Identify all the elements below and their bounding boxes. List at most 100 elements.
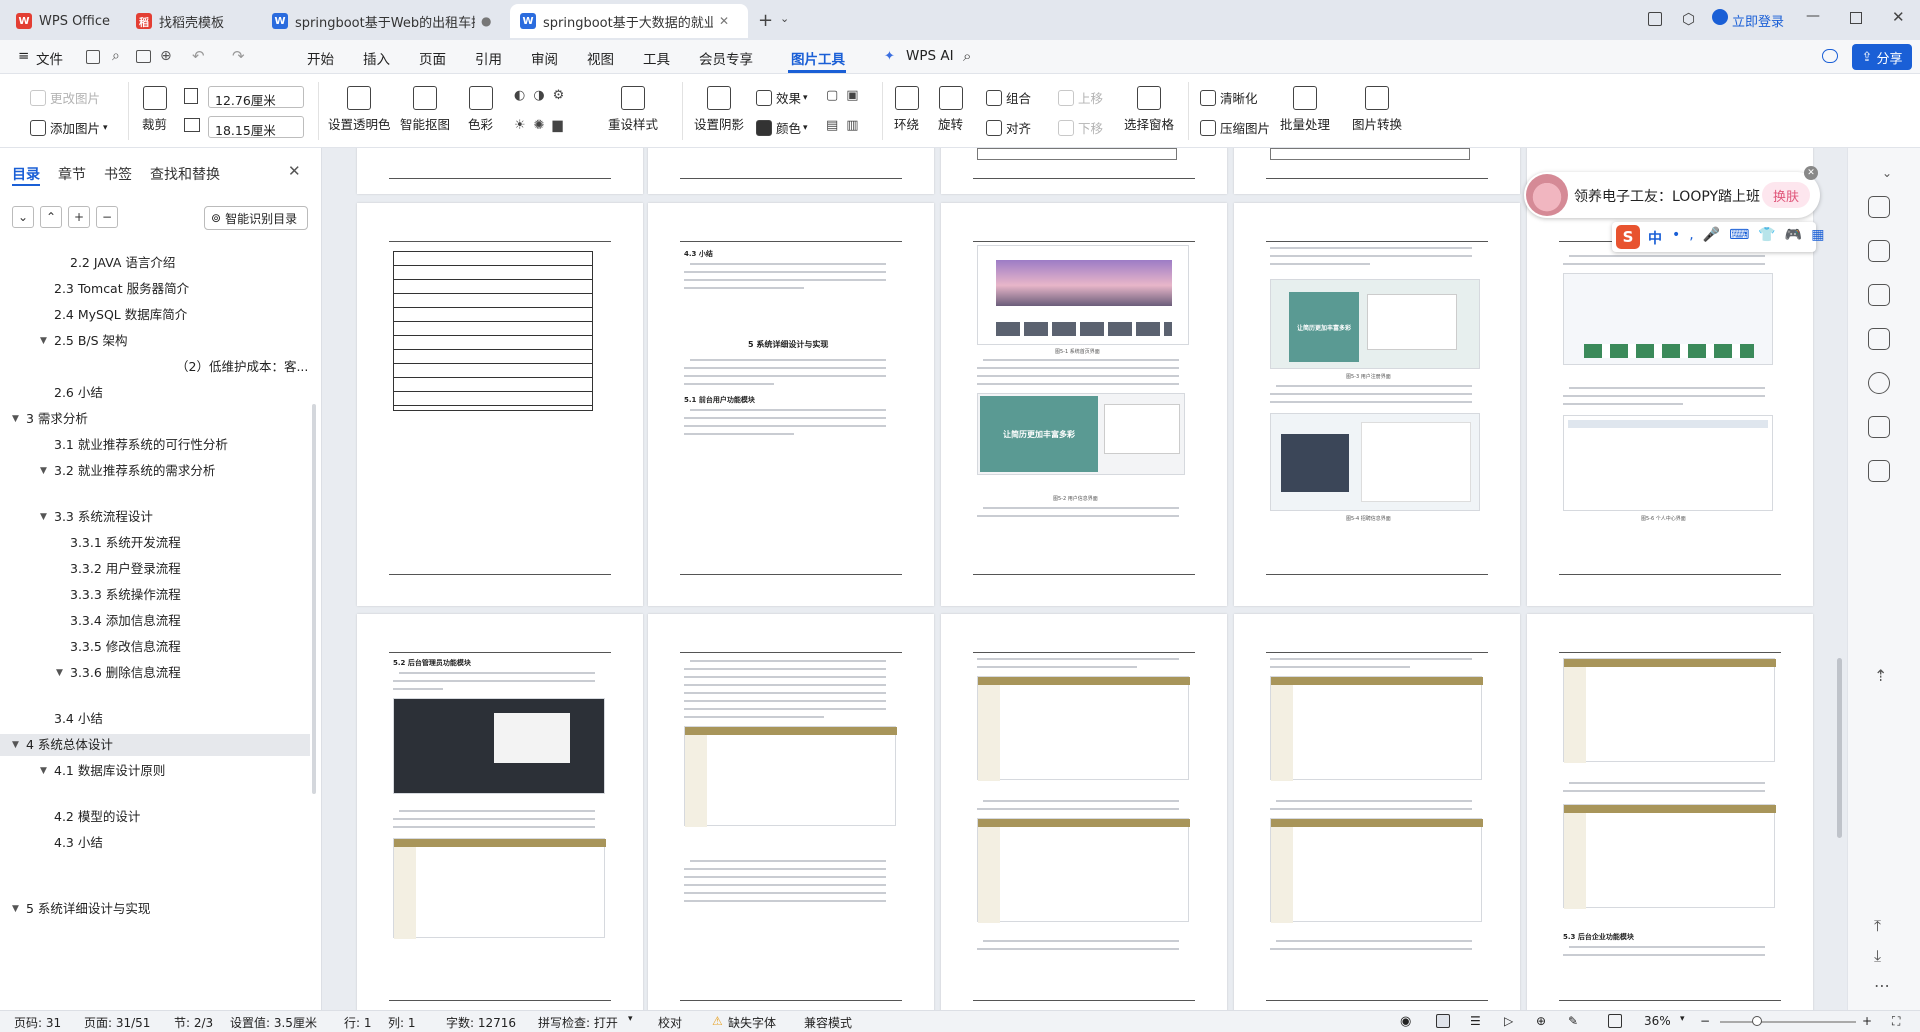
- menu-wps-ai[interactable]: WPS AI: [906, 48, 954, 64]
- status-section[interactable]: 节: 2/3: [174, 1014, 213, 1031]
- menu-review[interactable]: 审阅: [531, 48, 558, 68]
- bring-forward-button[interactable]: 上移: [1058, 88, 1103, 107]
- chevron-down-icon[interactable]: ⌄: [780, 12, 789, 25]
- toc-item[interactable]: 4.2 模型的设计: [0, 806, 310, 828]
- undo-icon[interactable]: ↶: [192, 47, 205, 65]
- new-tab-icon[interactable]: +: [758, 10, 773, 31]
- close-window-icon[interactable]: ✕: [1892, 8, 1905, 26]
- zoom-slider-handle[interactable]: [1752, 1016, 1762, 1026]
- toc-item[interactable]: ▼ 2.5 B/S 架构: [0, 330, 310, 352]
- toc-item[interactable]: ▼ 3.2 就业推荐系统的需求分析: [0, 460, 310, 482]
- menu-picture-tools[interactable]: 图片工具: [791, 48, 845, 68]
- effect-button[interactable]: 效果 ▾: [756, 88, 808, 107]
- toc-item[interactable]: 3.3.2 用户登录流程: [0, 558, 310, 580]
- document-scrollbar[interactable]: [1837, 658, 1842, 838]
- toc-item[interactable]: 3.3.3 系统操作流程: [0, 584, 310, 606]
- print-icon[interactable]: [136, 50, 151, 63]
- avatar-icon[interactable]: [1712, 9, 1728, 25]
- batch-process-button[interactable]: 批量处理: [1280, 86, 1330, 133]
- pen-icon[interactable]: ✎: [1568, 1014, 1578, 1028]
- compress-button[interactable]: 压缩图片: [1200, 118, 1270, 137]
- toc-item[interactable]: 3.3.1 系统开发流程: [0, 532, 310, 554]
- chevron-down-icon[interactable]: ▾: [1680, 1014, 1685, 1024]
- page-thumb-8[interactable]: [941, 614, 1227, 1010]
- tab-docer[interactable]: 稻 找稻壳模板: [126, 4, 258, 38]
- fullscreen-icon[interactable]: ⛶: [1892, 1014, 1900, 1029]
- ime-tool-icons[interactable]: •,🎤⌨👕🎮▦: [1672, 227, 1833, 243]
- minimize-icon[interactable]: —: [1806, 8, 1820, 24]
- status-row[interactable]: 行: 1: [344, 1014, 372, 1031]
- close-icon[interactable]: ✕: [719, 14, 729, 28]
- zoom-out-icon[interactable]: −: [1700, 1014, 1710, 1028]
- send-backward-button[interactable]: 下移: [1058, 118, 1103, 137]
- tab-bookmarks[interactable]: 书签: [104, 164, 132, 184]
- status-proofread[interactable]: 校对: [658, 1014, 682, 1031]
- selection-pane-button[interactable]: 选择窗格: [1124, 86, 1174, 133]
- sharpen-button[interactable]: 清晰化: [1200, 88, 1258, 107]
- menu-home[interactable]: 开始: [307, 48, 334, 68]
- smart-toc-button[interactable]: ⊚ 智能识别目录: [204, 206, 308, 230]
- cube-icon[interactable]: ⬡: [1682, 10, 1695, 28]
- outline-view-icon[interactable]: ☰: [1470, 1014, 1481, 1028]
- color-button[interactable]: 色彩: [468, 86, 493, 133]
- add-heading-icon[interactable]: +: [68, 206, 90, 228]
- convert-image-button[interactable]: 图片转换: [1352, 86, 1402, 133]
- draw-icon[interactable]: ⌕: [112, 48, 120, 64]
- page-thumb-2[interactable]: 4.3 小结 5 系统详细设计与实现 5.1 前台用户功能模块: [648, 203, 934, 606]
- skin-button[interactable]: 换肤: [1762, 182, 1810, 208]
- reset-style-button[interactable]: 重设样式: [608, 86, 658, 133]
- tools-icon[interactable]: [1868, 460, 1890, 482]
- align-button[interactable]: 对齐: [986, 118, 1031, 137]
- select-icon[interactable]: [1868, 240, 1890, 262]
- chevron-down-icon[interactable]: ▾: [628, 1014, 633, 1024]
- width-input[interactable]: 12.76厘米: [208, 86, 304, 108]
- page-thumb[interactable]: [357, 148, 643, 194]
- page-up-icon[interactable]: ⤒: [1874, 916, 1881, 936]
- close-icon[interactable]: ✕: [288, 162, 301, 180]
- page-thumb-7[interactable]: [648, 614, 934, 1010]
- ime-toolbar[interactable]: S 中 •,🎤⌨👕🎮▦: [1612, 222, 1824, 252]
- play-icon[interactable]: ▷: [1504, 1014, 1513, 1028]
- expand-arrow-icon[interactable]: ▼: [40, 760, 47, 782]
- toc-item[interactable]: ▼ 3.3.6 删除信息流程: [0, 662, 310, 684]
- toc-item[interactable]: 4.3 小结: [0, 832, 310, 854]
- toc-item[interactable]: ▼ 4 系统总体设计: [0, 734, 310, 756]
- cloud-icon[interactable]: [1822, 49, 1838, 63]
- expand-arrow-icon[interactable]: ▼: [40, 460, 47, 482]
- close-notification-icon[interactable]: ✕: [1804, 166, 1818, 180]
- expand-arrow-icon[interactable]: ▼: [12, 898, 19, 920]
- toc-item[interactable]: ▼ 3 需求分析: [0, 408, 310, 430]
- menu-page[interactable]: 页面: [419, 48, 446, 68]
- menu-member[interactable]: 会员专享: [699, 48, 753, 68]
- toc-item[interactable]: 3.4 小结: [0, 708, 310, 730]
- height-input[interactable]: 18.15厘米: [208, 116, 304, 138]
- tab-toc[interactable]: 目录: [12, 164, 40, 184]
- window-icon[interactable]: [1648, 12, 1662, 26]
- tab-chapters[interactable]: 章节: [58, 164, 86, 184]
- toc-item[interactable]: 3.3.5 修改信息流程: [0, 636, 310, 658]
- document-canvas[interactable]: 4.3 小结 5 系统详细设计与实现 5.1 前台用户功能模块 图5-1 系统首…: [323, 148, 1847, 1010]
- remove-heading-icon[interactable]: −: [96, 206, 118, 228]
- adjust-icons[interactable]: ◐◑⚙: [514, 88, 572, 103]
- toc-item[interactable]: 2.4 MySQL 数据库简介: [0, 304, 310, 326]
- toc-item[interactable]: 3.3.4 添加信息流程: [0, 610, 310, 632]
- search-icon[interactable]: ⌕: [963, 47, 971, 65]
- collapse-all-icon[interactable]: ⌄: [12, 206, 34, 228]
- status-page-count[interactable]: 页面: 31/51: [84, 1014, 150, 1031]
- crop-button[interactable]: 裁剪: [142, 86, 167, 133]
- more-icon[interactable]: ⋯: [1874, 976, 1890, 995]
- page-thumb-5[interactable]: 图5-6 个人中心界面: [1527, 203, 1813, 606]
- redo-icon[interactable]: ↷: [232, 47, 245, 65]
- login-link[interactable]: 立即登录: [1732, 11, 1784, 30]
- page-thumb-10[interactable]: 5.3 后台企业功能模块: [1527, 614, 1813, 1010]
- menu-tools[interactable]: 工具: [643, 48, 670, 68]
- menu-file[interactable]: 文件: [36, 48, 63, 68]
- smart-cutout-button[interactable]: 智能抠图: [400, 86, 450, 133]
- sidebar-chevron-icon[interactable]: ⌄: [1882, 166, 1892, 180]
- toc-item[interactable]: ▼ 4.1 数据库设计原则: [0, 760, 310, 782]
- frame-icons[interactable]: ▢▣: [826, 88, 867, 103]
- page-thumb-6[interactable]: 5.2 后台管理员功能模块: [357, 614, 643, 1010]
- toc-item[interactable]: 2.2 JAVA 语言介绍: [0, 252, 310, 274]
- scroll-up-icon[interactable]: ⇡: [1874, 666, 1887, 685]
- wrap-button[interactable]: 环绕: [894, 86, 919, 133]
